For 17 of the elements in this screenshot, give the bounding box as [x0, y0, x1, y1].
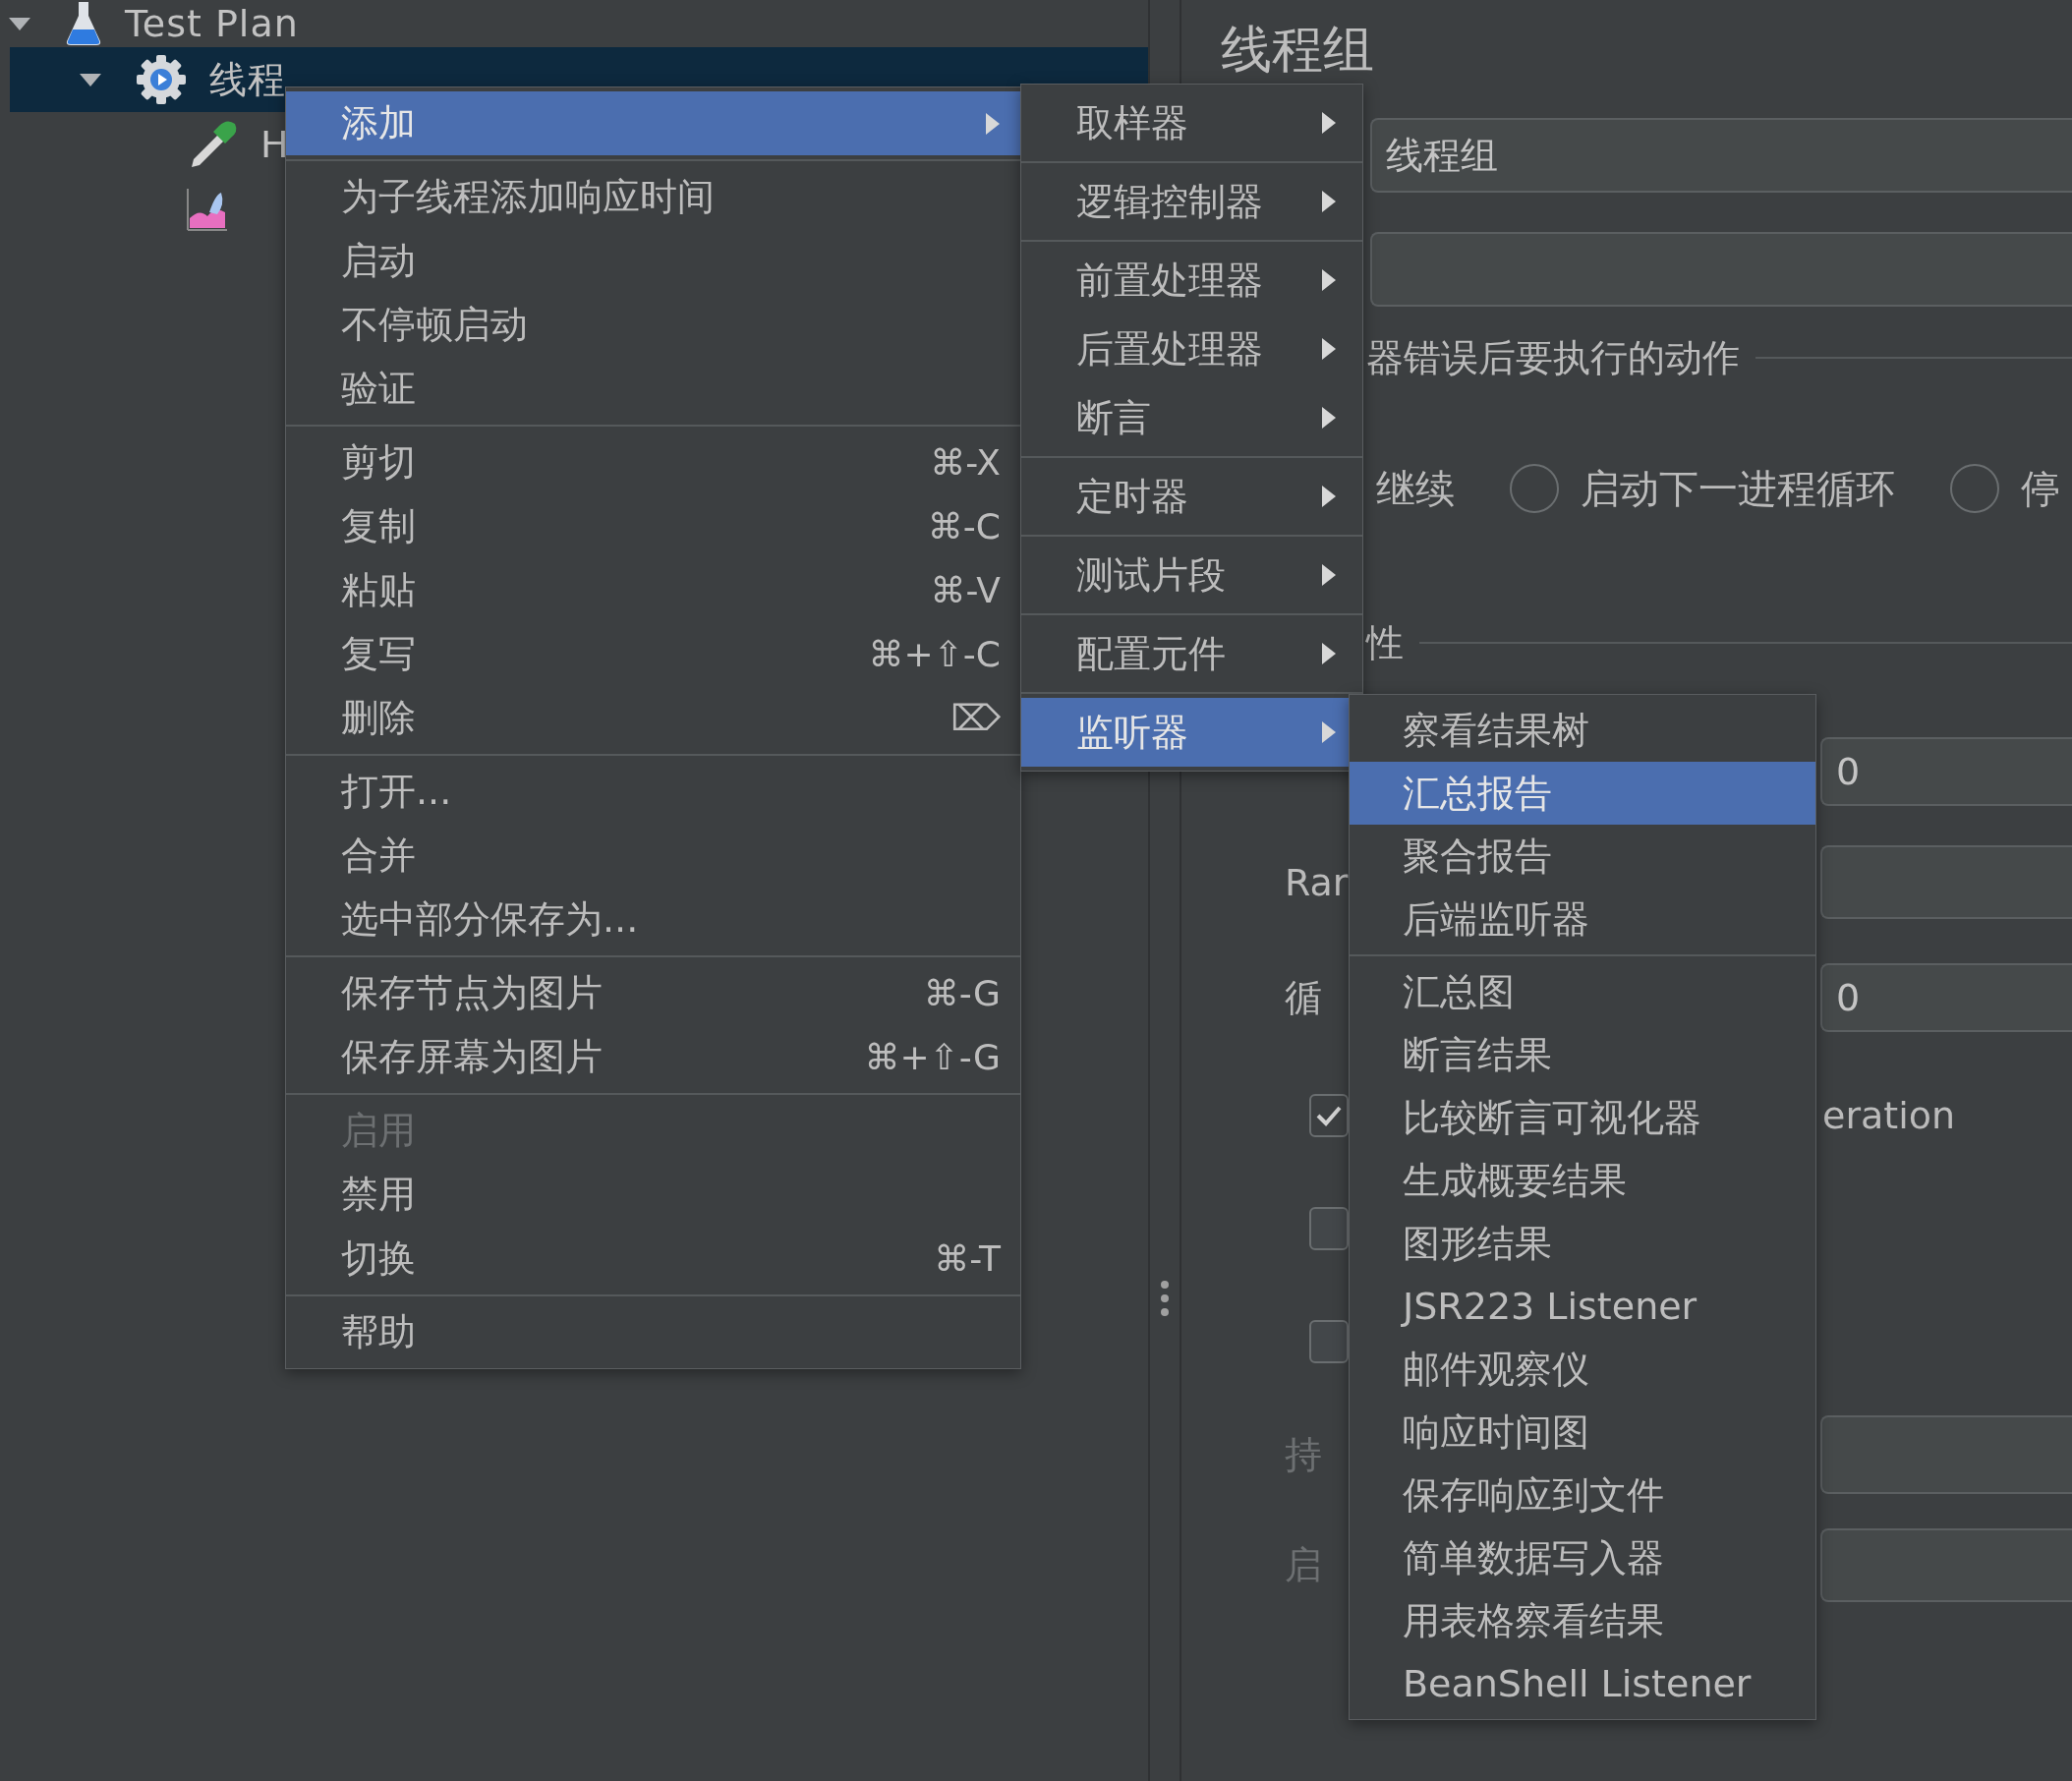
shortcut-label: ⌘-X: [930, 442, 1001, 483]
shortcut-label: ⌦: [950, 698, 1001, 738]
option-label: 继续: [1376, 464, 1455, 513]
panel-title: 线程组: [1220, 19, 1375, 81]
option-label: 停: [2021, 464, 2060, 513]
shortcut-label: ⌘-T: [934, 1238, 1001, 1279]
shortcut-label: ⌘+⇧-G: [864, 1037, 1001, 1077]
section-label: 性: [1366, 619, 1404, 666]
shortcut-label: ⌘-C: [927, 506, 1001, 546]
option-label: 启动下一进程循环: [1581, 464, 1895, 513]
shortcut-label: ⌘-G: [923, 973, 1001, 1013]
shortcut-label: ⌘+⇧-C: [868, 634, 1001, 674]
section-label: 器错误后要执行的动作: [1366, 334, 1740, 381]
field-label: 循: [1285, 974, 1323, 1021]
shortcut-label: ⌘-V: [930, 570, 1001, 610]
field-label: Rar: [1285, 860, 1350, 904]
checkbox-label: eration: [1821, 1094, 1957, 1137]
